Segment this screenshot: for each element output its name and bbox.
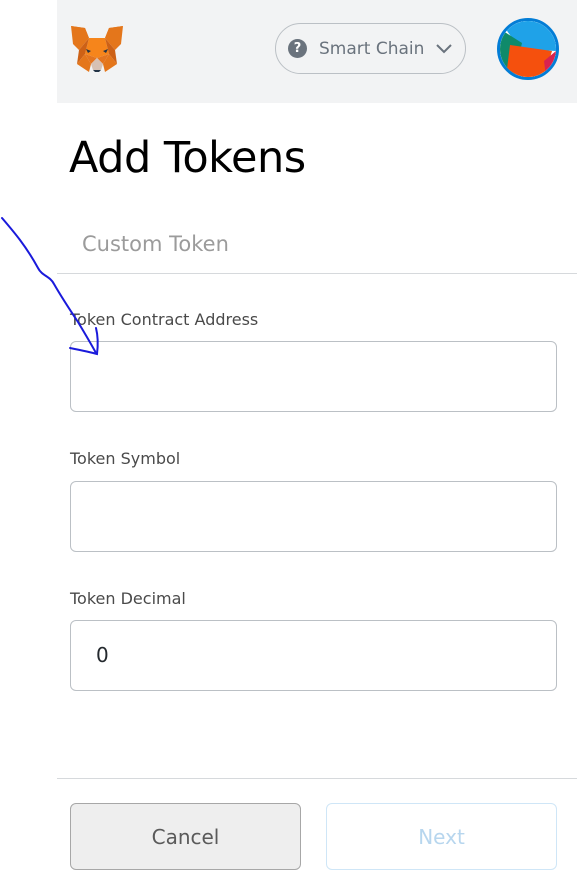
- chevron-down-icon: [436, 44, 452, 54]
- token-symbol-label: Token Symbol: [70, 449, 181, 468]
- page-title: Add Tokens: [69, 133, 306, 183]
- network-label: Smart Chain: [319, 38, 425, 59]
- token-decimal-input[interactable]: 0: [70, 620, 557, 691]
- account-identicon[interactable]: [497, 18, 559, 80]
- metamask-fox-icon[interactable]: [69, 24, 125, 74]
- token-decimal-label: Token Decimal: [70, 589, 186, 608]
- tab-custom-token[interactable]: Custom Token: [82, 232, 229, 256]
- tab-divider: [57, 273, 577, 274]
- token-symbol-input[interactable]: [70, 481, 557, 552]
- cancel-button[interactable]: Cancel: [70, 803, 301, 870]
- contract-address-label: Token Contract Address: [70, 310, 259, 329]
- next-button[interactable]: Next: [326, 803, 557, 870]
- contract-address-input[interactable]: [70, 341, 557, 412]
- network-selector[interactable]: ? Smart Chain: [275, 23, 466, 74]
- footer-divider: [57, 778, 577, 779]
- question-circle-icon: ?: [288, 39, 307, 58]
